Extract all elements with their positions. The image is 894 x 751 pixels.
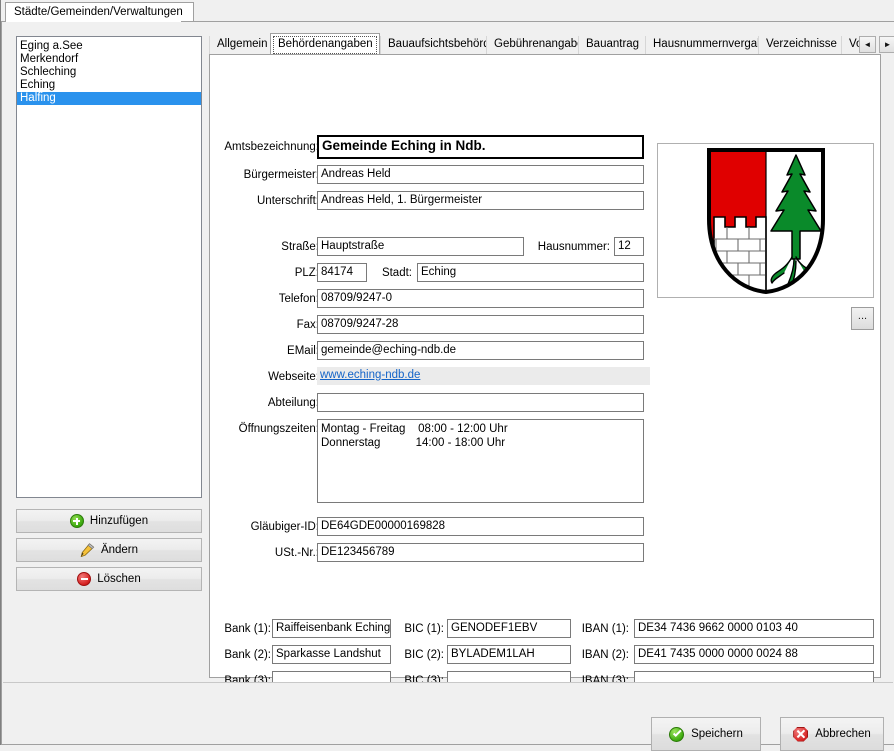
bic-2-input[interactable]: BYLADEM1LAH <box>447 645 571 664</box>
tab-behoerdenangaben-label: Behördenangaben <box>278 38 373 50</box>
tab-hausnummernvergabe[interactable]: Hausnummernvergabe <box>645 36 758 54</box>
pencil-icon <box>80 543 95 558</box>
iban-2-input[interactable]: DE41 7435 0000 0000 0024 88 <box>634 645 874 664</box>
logo-browse-button[interactable]: ... <box>851 307 874 330</box>
list-item[interactable]: Merkendorf <box>17 53 201 66</box>
bic-1-input[interactable]: GENODEF1EBV <box>447 619 571 638</box>
coat-of-arms-image <box>657 143 874 298</box>
tab-gebuehrenangaben[interactable]: Gebührenangaben <box>486 36 578 54</box>
telefon-input[interactable]: 08709/9247-0 <box>317 289 644 308</box>
tab-bauaufsichtsbehoerde[interactable]: Bauaufsichtsbehörde <box>380 36 486 54</box>
fax-label: Fax: <box>296 319 319 331</box>
check-circle-icon <box>669 726 685 742</box>
unterschrift-input[interactable]: Andreas Held, 1. Bürgermeister <box>317 191 644 210</box>
chevron-right-icon: ► <box>883 40 892 49</box>
stadt-label: Stadt: <box>381 267 412 279</box>
cancel-button[interactable]: Abbrechen <box>780 717 884 751</box>
list-item[interactable]: Eging a.See <box>17 40 201 53</box>
minus-circle-icon <box>77 572 92 586</box>
bank-2-input[interactable]: Sparkasse Landshut <box>272 645 391 664</box>
bic-2-label: BIC (2): <box>404 649 444 661</box>
tab-verzeichnisse[interactable]: Verzeichnisse <box>758 36 841 54</box>
municipality-listbox[interactable]: Eging a.See Merkendorf Schleching Eching… <box>16 36 202 498</box>
list-item-selected[interactable]: Halfing <box>17 92 201 105</box>
glaeubiger-id-input[interactable]: DE64GDE00000169828 <box>317 517 644 536</box>
plz-input[interactable]: 84174 <box>317 263 367 282</box>
abteilung-label: Abteilung: <box>267 397 319 409</box>
delete-button[interactable]: Löschen <box>16 567 202 591</box>
cancel-button-label: Abbrechen <box>815 728 871 740</box>
hausnummer-label: Hausnummer: <box>537 241 610 253</box>
behoerdenangaben-panel: Amtsbezeichnung: Gemeinde Eching in Ndb.… <box>209 54 881 690</box>
iban-1-input[interactable]: DE34 7436 9662 0000 0103 40 <box>634 619 874 638</box>
email-input[interactable]: gemeinde@eching-ndb.de <box>317 341 644 360</box>
bank-2-label: Bank (2): <box>224 649 271 661</box>
dialog-footer: Speichern Abbrechen <box>3 682 893 751</box>
webseite-link[interactable]: www.eching-ndb.de <box>317 367 650 385</box>
ust-nr-input[interactable]: DE123456789 <box>317 543 644 562</box>
tab-scroll-left-button[interactable]: ◄ <box>859 36 876 53</box>
strasse-label: Straße: <box>281 241 319 253</box>
save-button[interactable]: Speichern <box>651 717 761 751</box>
application-window: Städte/Gemeinden/Verwaltungen Eging a.Se… <box>0 0 894 751</box>
oeffnungszeiten-textarea[interactable]: Montag - Freitag 08:00 - 12:00 Uhr Donne… <box>317 419 644 503</box>
amtsbezeichnung-label: Amtsbezeichnung: <box>224 141 319 153</box>
edit-button[interactable]: Ändern <box>16 538 202 562</box>
save-button-label: Speichern <box>691 728 743 740</box>
edit-button-label: Ändern <box>100 544 139 556</box>
oeffnungszeiten-label: Öffnungszeiten: <box>238 423 319 435</box>
plus-circle-icon <box>69 514 84 528</box>
plz-label: PLZ: <box>294 267 319 279</box>
outer-tab-content: Eging a.See Merkendorf Schleching Eching… <box>1 22 894 751</box>
iban-1-label: IBAN (1): <box>581 623 629 635</box>
buergermeister-label: Bürgermeister: <box>243 169 319 181</box>
tab-strip: Allgemein Behördenangaben Bauaufsichtsbe… <box>209 33 894 54</box>
delete-button-label: Löschen <box>97 573 141 585</box>
iban-2-label: IBAN (2): <box>581 649 629 661</box>
hausnummer-input[interactable]: 12 <box>614 237 644 256</box>
strasse-input[interactable]: Hauptstraße <box>317 237 524 256</box>
fax-input[interactable]: 08709/9247-28 <box>317 315 644 334</box>
glaeubiger-id-label: Gläubiger-ID: <box>250 521 319 533</box>
bank-1-label: Bank (1): <box>224 623 271 635</box>
bic-1-label: BIC (1): <box>404 623 444 635</box>
outer-tab-strip: Städte/Gemeinden/Verwaltungen <box>1 0 894 22</box>
close-octagon-icon <box>793 726 809 742</box>
tab-scroll-right-button[interactable]: ► <box>879 36 894 53</box>
amtsbezeichnung-input[interactable]: Gemeinde Eching in Ndb. <box>317 135 644 159</box>
telefon-label: Telefon: <box>278 293 319 305</box>
abteilung-input[interactable] <box>317 393 644 412</box>
add-button[interactable]: Hinzufügen <box>16 509 202 533</box>
list-item[interactable]: Eching <box>17 79 201 92</box>
tab-bauantrag[interactable]: Bauantrag <box>578 36 645 54</box>
bank-1-input[interactable]: Raiffeisenbank Eching <box>272 619 391 638</box>
ellipsis-icon: ... <box>857 310 868 322</box>
add-button-label: Hinzufügen <box>89 515 149 527</box>
ust-nr-label: USt.-Nr.: <box>274 547 319 559</box>
email-label: EMail: <box>287 345 319 357</box>
webseite-label: Webseite: <box>268 371 319 383</box>
outer-tab-staedte-gemeinden-verwaltungen[interactable]: Städte/Gemeinden/Verwaltungen <box>5 2 194 22</box>
tab-behoerdenangaben[interactable]: Behördenangaben <box>270 33 380 54</box>
chevron-left-icon: ◄ <box>863 40 872 49</box>
list-item[interactable]: Schleching <box>17 66 201 79</box>
stadt-input[interactable]: Eching <box>417 263 644 282</box>
detail-tab-control: Allgemein Behördenangaben Bauaufsichtsbe… <box>209 33 894 690</box>
tab-allgemein[interactable]: Allgemein <box>209 36 270 54</box>
unterschrift-label: Unterschrift: <box>257 195 319 207</box>
buergermeister-input[interactable]: Andreas Held <box>317 165 644 184</box>
municipality-panel: Eging a.See Merkendorf Schleching Eching… <box>16 36 202 601</box>
